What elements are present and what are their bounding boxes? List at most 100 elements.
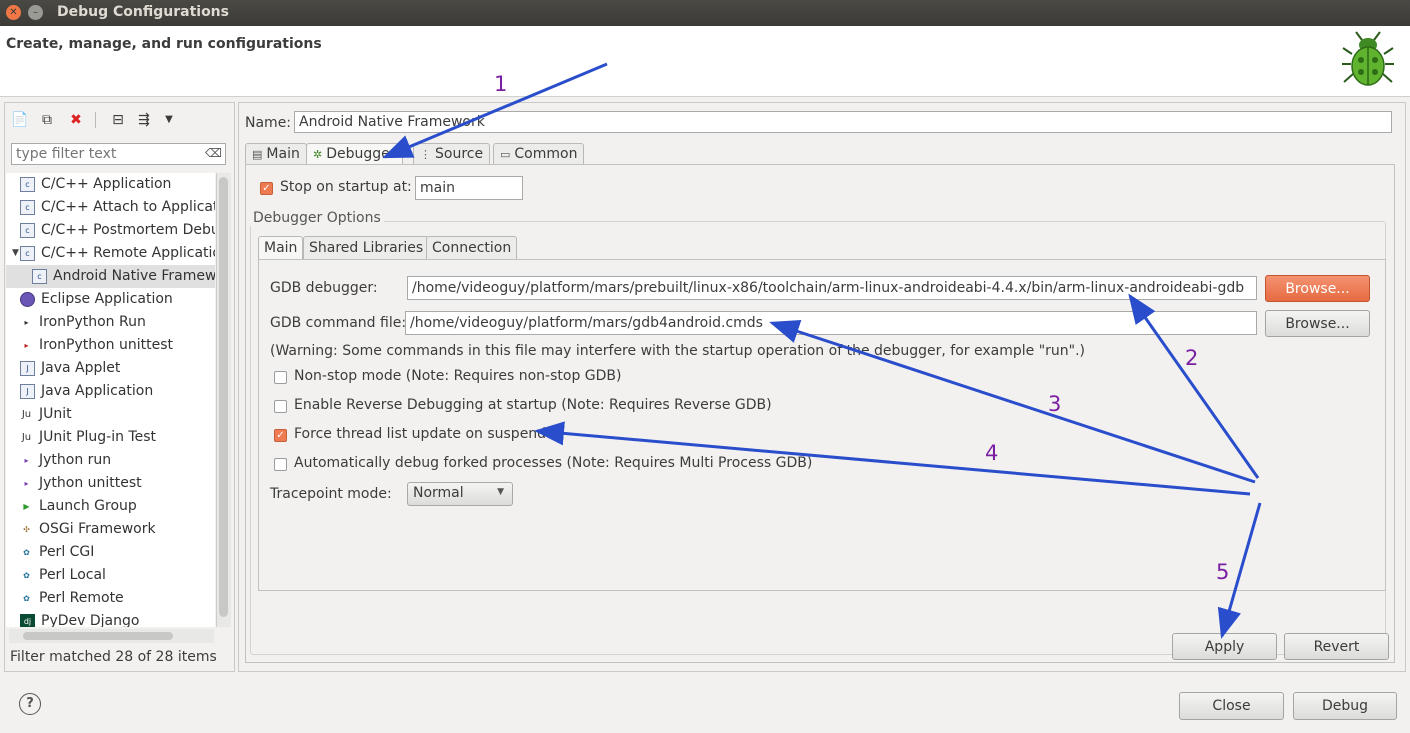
tree-item[interactable]: ✿ Perl CGI [6,541,215,564]
tree-item[interactable]: J Java Application [6,380,215,403]
warning-text: (Warning: Some commands in this file may… [270,343,1086,359]
tree-item[interactable]: ✿ Perl Remote [6,587,215,610]
tree-item[interactable]: Ju JUnit [6,403,215,426]
inner-tab-main[interactable]: Main [258,236,304,259]
debug-button[interactable]: Debug [1293,692,1397,720]
name-input[interactable]: Android Native Framework [294,111,1392,133]
stop-on-startup-checkbox[interactable]: ✓ [260,182,273,195]
python-icon: ▸ [24,340,29,350]
eclipse-icon [20,291,35,307]
tree-item[interactable]: c C/C++ Application [6,173,215,196]
annotation-label-1: 1 [494,72,508,96]
help-icon[interactable]: ? [19,693,41,715]
tracepoint-mode-select[interactable]: Normal ▼ [407,482,513,506]
tree-item[interactable]: ▸ IronPython unittest [6,334,215,357]
tree-vertical-scrollbar[interactable] [216,173,231,627]
annotation-label-5: 5 [1216,560,1230,584]
group-title: Debugger Options [250,210,384,226]
delete-config-icon[interactable]: ✖ [67,111,85,129]
debugger-tab-icon: ✲ [313,148,323,161]
clear-filter-icon[interactable]: ⌫ [205,146,222,160]
inner-tab-connection[interactable]: Connection [426,236,518,259]
python-icon: ▸ [24,455,29,465]
stop-on-startup-label: Stop on startup at: [280,179,412,195]
scroll-thumb[interactable] [23,632,173,640]
c-app-icon: c [20,176,35,192]
tree-item[interactable]: ▼ c C/C++ Remote Applicatio [6,242,215,265]
header-text: Create, manage, and run configurations [6,36,322,52]
apply-button[interactable]: Apply [1172,633,1277,660]
tree-item[interactable]: J Java Applet [6,357,215,380]
inner-main-panel: GDB debugger: /home/videoguy/platform/ma… [258,259,1386,591]
gdb-debugger-label: GDB debugger: [270,280,378,296]
tree-item[interactable]: ✣ OSGi Framework [6,518,215,541]
bug-icon [1342,31,1394,86]
collapse-all-icon[interactable]: ⊟ [109,111,127,129]
tab-debugger[interactable]: ✲ Debugger [306,143,403,164]
close-button[interactable]: Close [1179,692,1284,720]
window-title: Debug Configurations [57,4,229,20]
java-icon: J [20,360,35,376]
tree-item-selected[interactable]: c Android Native Framew [6,265,215,288]
tree-item[interactable]: Eclipse Application [6,288,215,311]
annotation-label-4: 4 [985,441,999,465]
junit-icon: Ju [21,408,32,420]
gdb-command-file-input[interactable]: /home/videoguy/platform/mars/gdb4android… [405,311,1257,335]
view-menu-icon[interactable]: ▼ [160,111,178,129]
tree-item[interactable]: ▶ Launch Group [6,495,215,518]
debug-forked-label: Automatically debug forked processes (No… [294,455,813,471]
source-tab-icon: ⋮ [420,148,431,161]
django-icon: dj [20,613,35,627]
annotation-label-3: 3 [1048,392,1062,416]
close-window-icon[interactable]: ✕ [6,5,21,20]
perl-icon: ✿ [23,593,30,603]
tab-main[interactable]: ▤ Main [245,143,307,164]
force-thread-update-label: Force thread list update on suspend [294,426,547,442]
tab-common[interactable]: ▭ Common [493,143,585,164]
force-thread-update-checkbox[interactable]: ✓ [274,429,287,442]
tree-item[interactable]: c C/C++ Attach to Applicati [6,196,215,219]
launch-group-icon: ▶ [23,501,30,511]
tree-item[interactable]: ▸ IronPython Run [6,311,215,334]
reverse-debug-checkbox[interactable] [274,400,287,413]
launch-config-tree-pane: 📄 ⧉ ✖ ⊟ ⇶ ▼ ⌫ cC/C++ Application cC/C++ … [4,102,235,672]
debug-forked-checkbox[interactable] [274,458,287,471]
tree-item[interactable]: Ju JUnit Plug-in Test [6,426,215,449]
gdb-debugger-input[interactable]: /home/videoguy/platform/mars/prebuilt/li… [407,276,1257,300]
perl-icon: ✿ [23,547,30,557]
junit-icon: Ju [21,431,32,443]
tree-item[interactable]: ▸ Jython run [6,449,215,472]
python-icon: ▸ [24,478,29,488]
tree-item[interactable]: c C/C++ Postmortem Debu [6,219,215,242]
scroll-thumb[interactable] [219,177,228,617]
expand-arrow-icon[interactable]: ▼ [12,242,19,265]
config-tree: c C/C++ Application c C/C++ Attach to Appl… [6,173,215,627]
tree-item[interactable]: ✿ Perl Local [6,564,215,587]
filter-input[interactable] [12,144,210,164]
main-tab-icon: ▤ [252,148,263,161]
revert-button[interactable]: Revert [1284,633,1389,660]
tree-horizontal-scrollbar[interactable] [9,629,214,643]
tree-item[interactable]: ▸ Jython unittest [6,472,215,495]
non-stop-checkbox[interactable] [274,371,287,384]
filter-configs-icon[interactable]: ⇶ [135,111,153,129]
non-stop-label: Non-stop mode (Note: Requires non-stop G… [294,368,622,384]
toolbar-divider [95,112,96,128]
perl-icon: ✿ [23,570,30,580]
browse-cmd-button[interactable]: Browse... [1265,310,1370,337]
common-tab-icon: ▭ [500,148,511,161]
duplicate-config-icon[interactable]: ⧉ [38,111,56,129]
inner-tab-shared-libraries[interactable]: Shared Libraries [303,236,430,259]
osgi-icon: ✣ [23,524,30,534]
minimize-window-icon[interactable]: – [28,5,43,20]
filter-field[interactable]: ⌫ [11,143,226,165]
tab-source[interactable]: ⋮ Source [413,143,491,164]
tracepoint-mode-label: Tracepoint mode: [270,486,392,502]
name-label: Name: [245,115,292,131]
c-app-icon: c [32,268,47,284]
browse-gdb-button[interactable]: Browse... [1265,275,1370,302]
stop-on-startup-input[interactable]: main [415,176,523,200]
debugger-tab-panel: ✓ Stop on startup at: main Debugger Opti… [245,164,1395,663]
tree-item[interactable]: dj PyDev Django [6,610,215,627]
new-config-icon[interactable]: 📄 [11,111,29,129]
